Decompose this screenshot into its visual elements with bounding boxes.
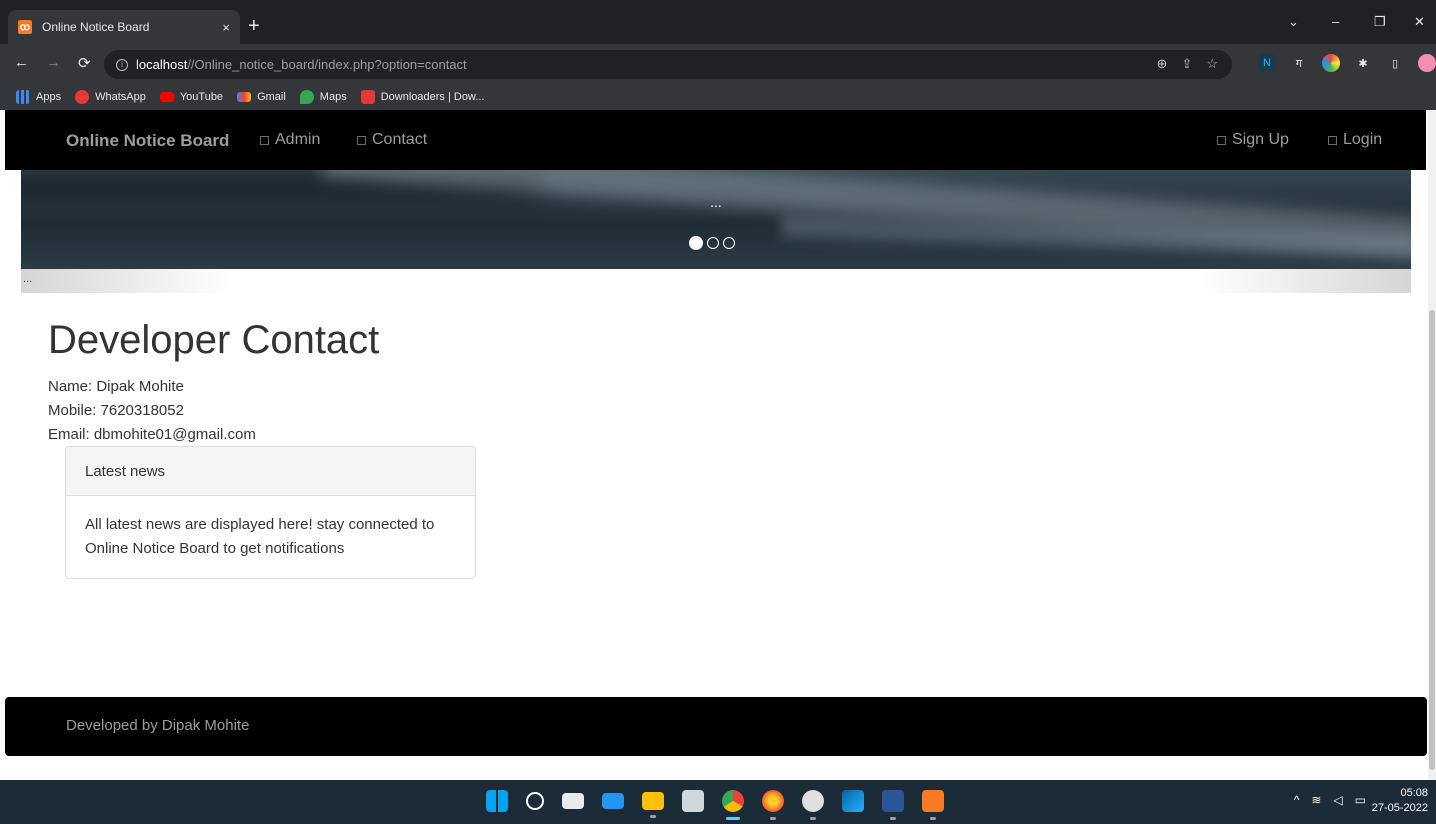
marquee-strip: ... — [21, 269, 1411, 293]
windows-start-icon[interactable] — [486, 790, 508, 812]
file-explorer-icon[interactable] — [642, 792, 664, 818]
browser-toolbar: ← → ⟳ i localhost//Online_notice_board/i… — [0, 44, 1436, 84]
bookmark-youtube[interactable]: YouTube — [159, 91, 223, 103]
back-arrow-icon[interactable]: ← — [14, 54, 29, 71]
panel-body: All latest news are displayed here! stay… — [85, 516, 435, 557]
contact-name: Name: Dipak Mohite — [48, 378, 184, 395]
scrollbar-thumb[interactable] — [1429, 310, 1435, 770]
contact-email: Email: dbmohite01@gmail.com — [48, 426, 256, 443]
site-info-icon[interactable]: i — [116, 58, 128, 71]
wifi-icon[interactable]: ≋ — [1311, 793, 1321, 807]
nav-contact-link[interactable]: Contact — [357, 131, 427, 149]
taskbar-clock[interactable]: 05:08 27-05-2022 — [1372, 786, 1428, 816]
close-tab-icon[interactable]: × — [222, 20, 230, 35]
extension-icons: N ग ✱ ▯ ⋮ — [1258, 54, 1436, 72]
contact-mobile: Mobile: 7620318052 — [48, 402, 184, 419]
restore-button[interactable]: ❐ — [1374, 14, 1386, 30]
tray-chevron-icon[interactable]: ^ — [1294, 793, 1300, 807]
clock-date: 27-05-2022 — [1371, 802, 1428, 814]
close-window-button[interactable]: ✕ — [1414, 14, 1425, 30]
forward-arrow-icon[interactable]: → — [46, 54, 61, 71]
bookmark-maps[interactable]: Maps — [299, 90, 347, 104]
gmail-icon — [237, 92, 252, 102]
notepad-icon[interactable] — [682, 790, 704, 812]
login-icon — [1328, 135, 1337, 145]
youtube-icon — [159, 92, 174, 102]
nav-login-link[interactable]: Login — [1328, 131, 1382, 149]
share-icon[interactable]: ⇪ — [1181, 56, 1192, 72]
browser-tab[interactable]: ꝏ Online Notice Board × — [8, 10, 240, 44]
carousel-indicator-1[interactable] — [689, 236, 703, 250]
carousel-indicators — [689, 236, 735, 250]
side-panel-icon[interactable]: ▯ — [1386, 54, 1404, 72]
bookmark-apps[interactable]: Apps — [16, 90, 61, 104]
downloaders-icon — [360, 90, 375, 104]
tab-title: Online Notice Board — [42, 20, 150, 34]
word-icon[interactable] — [882, 790, 904, 820]
navbar-brand[interactable]: Online Notice Board — [66, 131, 229, 151]
reload-icon[interactable]: ⟳ — [78, 54, 91, 72]
bookmark-downloaders[interactable]: Downloaders | Dow... — [360, 90, 484, 104]
image-carousel[interactable]: ... — [21, 170, 1411, 269]
signup-icon — [1217, 135, 1226, 145]
apps-grid-icon — [16, 90, 30, 104]
contact-icon — [357, 135, 366, 145]
latest-news-panel: Latest news All latest news are displaye… — [65, 446, 476, 579]
chrome-icon[interactable] — [722, 790, 744, 820]
extension-n-icon[interactable]: N — [1258, 54, 1276, 72]
bookmark-gmail[interactable]: Gmail — [237, 91, 286, 103]
extensions-puzzle-icon[interactable]: ✱ — [1354, 54, 1372, 72]
windows-taskbar: ^ ≋ ◁ ▭ 05:08 27-05-2022 — [0, 780, 1436, 824]
firefox-icon[interactable] — [762, 790, 784, 820]
site-navbar: Online Notice Board Admin Contact Sign U… — [5, 110, 1426, 170]
nav-signup-link[interactable]: Sign Up — [1217, 131, 1289, 149]
page-scrollbar[interactable] — [1428, 110, 1436, 780]
taskbar-icons — [486, 790, 944, 820]
carousel-caption: ... — [710, 194, 722, 210]
footer-text: Developed by Dipak Mohite — [66, 717, 250, 734]
carousel-indicator-3[interactable] — [723, 237, 735, 249]
xampp-icon[interactable] — [922, 790, 944, 820]
new-tab-button[interactable]: + — [248, 16, 260, 36]
maps-pin-icon — [299, 90, 314, 104]
tab-search-icon[interactable]: ⌄ — [1288, 14, 1299, 30]
user-icon — [260, 135, 269, 145]
address-bar[interactable]: i localhost//Online_notice_board/index.p… — [104, 50, 1232, 79]
search-icon[interactable] — [526, 792, 544, 810]
minimize-button[interactable]: – — [1332, 14, 1339, 29]
nav-admin-link[interactable]: Admin — [260, 131, 320, 149]
carousel-indicator-2[interactable] — [707, 237, 719, 249]
task-view-icon[interactable] — [562, 793, 584, 809]
volume-icon[interactable]: ◁ — [1333, 793, 1342, 807]
system-tray: ^ ≋ ◁ ▭ — [1294, 793, 1366, 807]
url-text: localhost//Online_notice_board/index.php… — [136, 57, 467, 72]
bookmark-star-icon[interactable]: ☆ — [1206, 56, 1218, 72]
battery-icon[interactable]: ▭ — [1355, 793, 1366, 807]
marquee-text: ... — [23, 273, 33, 285]
profile-avatar-icon[interactable] — [1418, 54, 1436, 72]
vscode-icon[interactable] — [842, 790, 864, 812]
app-icon[interactable] — [802, 790, 824, 820]
extension-translate-icon[interactable]: ग — [1290, 54, 1308, 72]
page-title: Developer Contact — [48, 318, 380, 362]
desktop-icon[interactable] — [602, 793, 624, 809]
panel-heading: Latest news — [66, 447, 475, 496]
bookmark-whatsapp[interactable]: WhatsApp — [75, 90, 146, 104]
extension-color-icon[interactable] — [1322, 54, 1340, 72]
clock-time: 05:08 — [1400, 787, 1428, 799]
bookmarks-bar: Apps WhatsApp YouTube Gmail Maps Downloa… — [0, 84, 1436, 110]
whatsapp-icon — [75, 90, 90, 104]
browser-tab-strip: ꝏ Online Notice Board × + ⌄ – ❐ ✕ — [0, 0, 1436, 44]
zoom-icon[interactable]: ⊕ — [1157, 56, 1168, 72]
site-footer: Developed by Dipak Mohite — [5, 697, 1427, 756]
xampp-favicon-icon: ꝏ — [18, 20, 32, 34]
